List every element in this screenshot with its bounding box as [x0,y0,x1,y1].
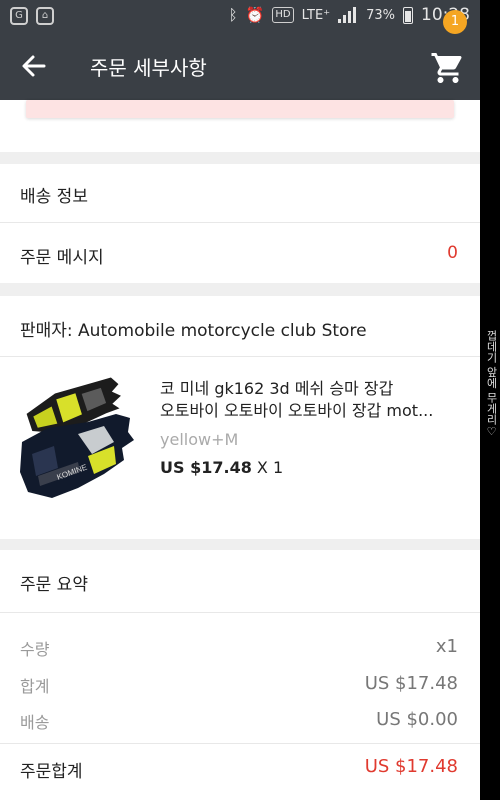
screen: G ⌂ ᛒ ⏰ HD LTE⁺ 73% 10:28 주문 세부사항 [0,0,480,800]
store-notification-icon: ⌂ [36,7,54,25]
order-total-value: US $17.48 [364,756,458,777]
network-type: LTE⁺ [301,7,331,23]
summary-quantity-label: 수량 [20,640,50,659]
summary-subtotal-value: US $17.48 [364,673,458,694]
order-message-row[interactable]: 주문 메시지 0 [0,223,480,283]
product-quantity: X 1 [256,458,284,477]
side-handwriting: 껍데기 앞에 무게리♡ [485,330,498,438]
seller-row[interactable]: 판매자: Automobile motorcycle club Store [0,296,480,356]
back-arrow-icon [22,55,46,77]
product-title-line1: 코 미네 gk162 3d 메쉬 승마 장갑 [160,379,394,398]
divider [0,743,480,744]
summary-subtotal-label: 합계 [20,677,50,696]
shipping-info-row[interactable]: 배송 정보 [0,164,480,222]
order-message-label: 주문 메시지 [20,248,104,268]
status-banner-edge [26,100,454,118]
cart-icon [431,53,462,83]
order-message-count: 0 [447,243,458,263]
cart-button[interactable] [430,50,466,86]
battery-icon [403,6,413,24]
shipping-info-label: 배송 정보 [20,187,88,207]
seller-name: 판매자: Automobile motorcycle club Store [20,321,367,341]
status-bar: G ⌂ ᛒ ⏰ HD LTE⁺ 73% 10:28 [0,0,480,32]
product-price: US $17.48 [160,458,252,477]
page-title: 주문 세부사항 [90,56,207,80]
summary-header: 주문 요약 [0,550,480,612]
back-button[interactable] [14,46,54,86]
signal-icon [338,7,358,23]
cart-count-badge: 1 [443,10,467,34]
product-title[interactable]: 코 미네 gk162 3d 메쉬 승마 장갑 오토바이 오토바이 오토바이 장갑… [160,378,460,422]
battery-percent: 73% [366,7,395,23]
app-toolbar: 주문 세부사항 [0,32,480,100]
app-notification-icon: G [10,7,28,25]
product-price-line: US $17.48 X 1 [160,458,283,477]
order-total-label: 주문합계 [20,762,83,782]
hd-icon: HD [272,7,294,23]
alarm-icon: ⏰ [245,6,265,24]
product-variant: yellow+M [160,430,239,449]
summary-title: 주문 요약 [20,575,88,595]
summary-shipping-label: 배송 [20,713,50,732]
product-image: KOMINE [20,377,134,498]
product-title-line2: 오토바이 오토바이 오토바이 장갑 mot... [160,401,434,420]
summary-shipping-value: US $0.00 [376,709,458,730]
bluetooth-icon: ᛒ [228,6,238,24]
summary-quantity-value: x1 [435,636,458,657]
